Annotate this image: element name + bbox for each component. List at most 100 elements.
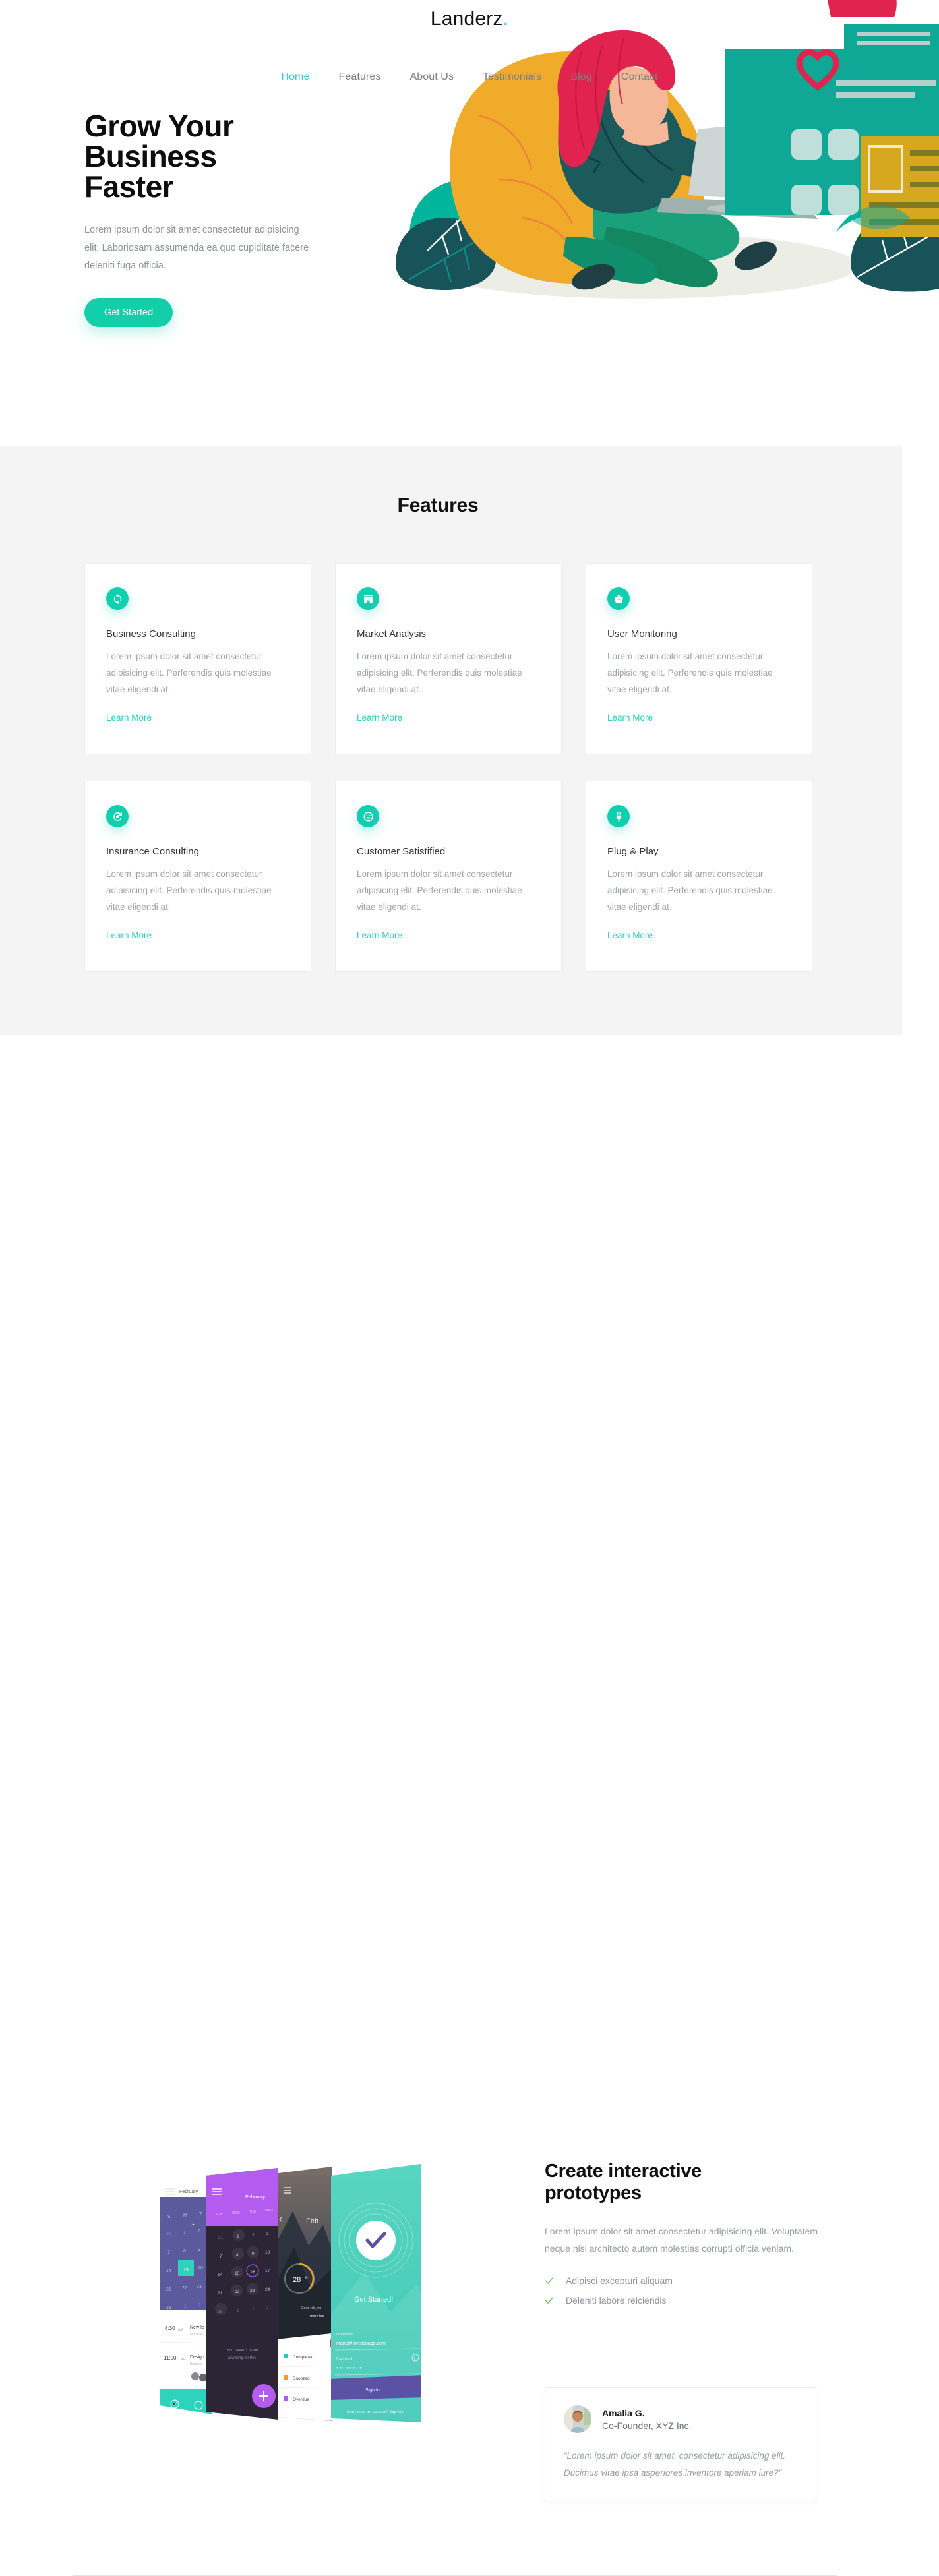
check-icon	[545, 2296, 554, 2305]
list-item: Adipisci excepturi aliquam	[545, 2275, 828, 2286]
nav-item-features[interactable]: Features	[339, 71, 381, 83]
prototypes-copy: Create interactive prototypes Lorem ipsu…	[545, 2161, 828, 2315]
svg-text:3: 3	[266, 2306, 269, 2310]
svg-text:1: 1	[184, 2304, 187, 2309]
feature-card[interactable]: Insurance Consulting Lorem ipsum dolor s…	[84, 781, 311, 972]
feature-card-text: Lorem ipsum dolor sit amet consectetur a…	[106, 869, 272, 912]
prototypes-paragraph: Lorem ipsum dolor sit amet consectetur a…	[545, 2225, 818, 2254]
svg-text:31: 31	[166, 2232, 171, 2236]
learn-more-link[interactable]: Learn More	[357, 713, 402, 723]
svg-text:3: 3	[266, 2232, 269, 2236]
feature-card[interactable]: User Monitoring Lorem ipsum dolor sit am…	[586, 563, 812, 754]
svg-text:WED: WED	[265, 2209, 273, 2213]
logo-text: Landerz	[430, 8, 503, 30]
svg-text:M: M	[183, 2213, 187, 2218]
list-item: Deleniti labore reiciendis	[545, 2295, 828, 2306]
feature-card-title: Plug & Play	[607, 846, 659, 857]
feature-card-text: Lorem ipsum dolor sit amet consectetur a…	[357, 869, 522, 912]
site-logo[interactable]: Landerz.	[0, 8, 939, 30]
svg-text:11:00: 11:00	[164, 2355, 177, 2361]
svg-text:2: 2	[198, 2303, 201, 2308]
svg-text:Feb: Feb	[306, 2217, 318, 2225]
svg-text:more tas: more tas	[310, 2314, 324, 2318]
smiley-icon	[357, 805, 379, 827]
svg-text:2: 2	[198, 2229, 200, 2234]
svg-text:17: 17	[265, 2269, 270, 2273]
features-section: Features Business Consulting Lorem ipsum…	[0, 446, 902, 1035]
learn-more-link[interactable]: Learn More	[607, 713, 653, 723]
svg-text:marie@invisionapp.com: marie@invisionapp.com	[336, 2341, 386, 2346]
sync-icon	[106, 587, 129, 610]
phone-mockups-illustration: SMT 31 1 2 789 14 16 21 22 23 28 1 2 15 8:30 AM …	[153, 2160, 443, 2427]
svg-text:New Ic: New Ic	[190, 2325, 204, 2330]
hero-heading-line-3: Faster	[84, 169, 174, 204]
avatar	[564, 2405, 591, 2433]
get-started-button[interactable]: Get Started	[84, 298, 173, 328]
feature-card-title: Business Consulting	[106, 628, 196, 640]
svg-text:8:30: 8:30	[165, 2325, 175, 2331]
svg-text:February: February	[245, 2194, 265, 2200]
checklist-label: Deleniti labore reiciendis	[566, 2295, 667, 2306]
hero-heading-line-1: Grow Your	[84, 109, 234, 143]
svg-text:Get Started!: Get Started!	[354, 2296, 393, 2304]
svg-text:TUE: TUE	[249, 2210, 257, 2214]
svg-text:Don't have an account? Sign Up: Don't have an account? Sign Up	[347, 2411, 404, 2414]
nav-item-about-us[interactable]: About Us	[409, 71, 454, 83]
feature-card-text: Lorem ipsum dolor sit amet consectetur a…	[106, 651, 272, 694]
features-title: Features	[397, 494, 479, 516]
nav-item-blog[interactable]: Blog	[570, 71, 591, 83]
prototypes-title: Create interactive prototypes	[545, 2161, 828, 2205]
testimonial-header: Amalia G. Co-Founder, XYZ Inc.	[564, 2405, 797, 2433]
nav-item-testimonials[interactable]: Testimonials	[483, 71, 541, 83]
feature-card[interactable]: Customer Satistified Lorem ipsum dolor s…	[335, 781, 562, 972]
nav-item-home[interactable]: Home	[281, 71, 309, 83]
svg-text:28: 28	[166, 2306, 171, 2310]
svg-text:Password: Password	[336, 2357, 352, 2361]
svg-text:AM: AM	[178, 2328, 183, 2332]
feature-card-text: Lorem ipsum dolor sit amet consectetur a…	[357, 651, 522, 694]
feature-card[interactable]: Market Analysis Lorem ipsum dolor sit am…	[335, 563, 562, 754]
feature-card-title: Insurance Consulting	[106, 846, 199, 857]
history-restore-icon	[106, 805, 129, 827]
store-icon	[357, 587, 379, 610]
svg-text:• • • • • • • •: • • • • • • • •	[336, 2365, 361, 2371]
nav-item-contact[interactable]: Contact	[621, 71, 658, 83]
prototypes-heading-line-2: prototypes	[545, 2182, 642, 2204]
svg-text:Overdue: Overdue	[293, 2397, 309, 2402]
svg-text:anything for this: anything for this	[228, 2356, 256, 2360]
hero-copy: Grow Your Business Faster Lorem ipsum do…	[84, 111, 335, 328]
svg-text:S: S	[167, 2215, 171, 2219]
learn-more-link[interactable]: Learn More	[106, 930, 152, 940]
check-icon	[545, 2276, 554, 2285]
svg-text:22: 22	[182, 2286, 187, 2291]
svg-text:2: 2	[252, 2307, 255, 2312]
svg-text:28: 28	[293, 2276, 301, 2284]
svg-text:AM: AM	[181, 2358, 186, 2362]
main-navigation: Home Features About Us Testimonials Blog…	[0, 71, 939, 83]
svg-text:%: %	[305, 2276, 308, 2280]
svg-text:Sign In: Sign In	[365, 2388, 380, 2393]
checklist-label: Adipisci excepturi aliquam	[566, 2275, 673, 2287]
learn-more-link[interactable]: Learn More	[607, 930, 653, 940]
svg-text:Snoozed: Snoozed	[293, 2376, 310, 2381]
svg-text:Hangout: Hangout	[190, 2362, 203, 2366]
prototypes-heading-line-1: Create interactive	[545, 2161, 702, 2182]
svg-text:16: 16	[251, 2270, 256, 2275]
prototypes-section: SMT 31 1 2 789 14 16 21 22 23 28 1 2 15 8:30 AM …	[0, 1035, 939, 2576]
learn-more-link[interactable]: Learn More	[357, 930, 402, 940]
prototypes-checklist: Adipisci excepturi aliquam Deleniti labo…	[545, 2275, 828, 2306]
feature-card[interactable]: Plug & Play Lorem ipsum dolor sit amet c…	[586, 781, 812, 972]
page-title: Grow Your Business Faster	[84, 111, 335, 202]
feature-card-title: User Monitoring	[607, 628, 677, 640]
testimonial-name: Amalia G.	[602, 2407, 645, 2418]
feature-card[interactable]: Business Consulting Lorem ipsum dolor si…	[84, 563, 311, 754]
svg-text:15: 15	[183, 2268, 189, 2273]
svg-text:7: 7	[167, 2250, 170, 2255]
hero-heading-line-2: Business	[84, 139, 217, 173]
svg-text:21: 21	[218, 2291, 223, 2296]
svg-text:2: 2	[252, 2233, 255, 2238]
feature-card-title: Market Analysis	[357, 628, 427, 640]
svg-text:Good job, yo: Good job, yo	[301, 2306, 321, 2310]
feature-card-text: Lorem ipsum dolor sit amet consectetur a…	[607, 869, 773, 912]
learn-more-link[interactable]: Learn More	[106, 713, 152, 723]
